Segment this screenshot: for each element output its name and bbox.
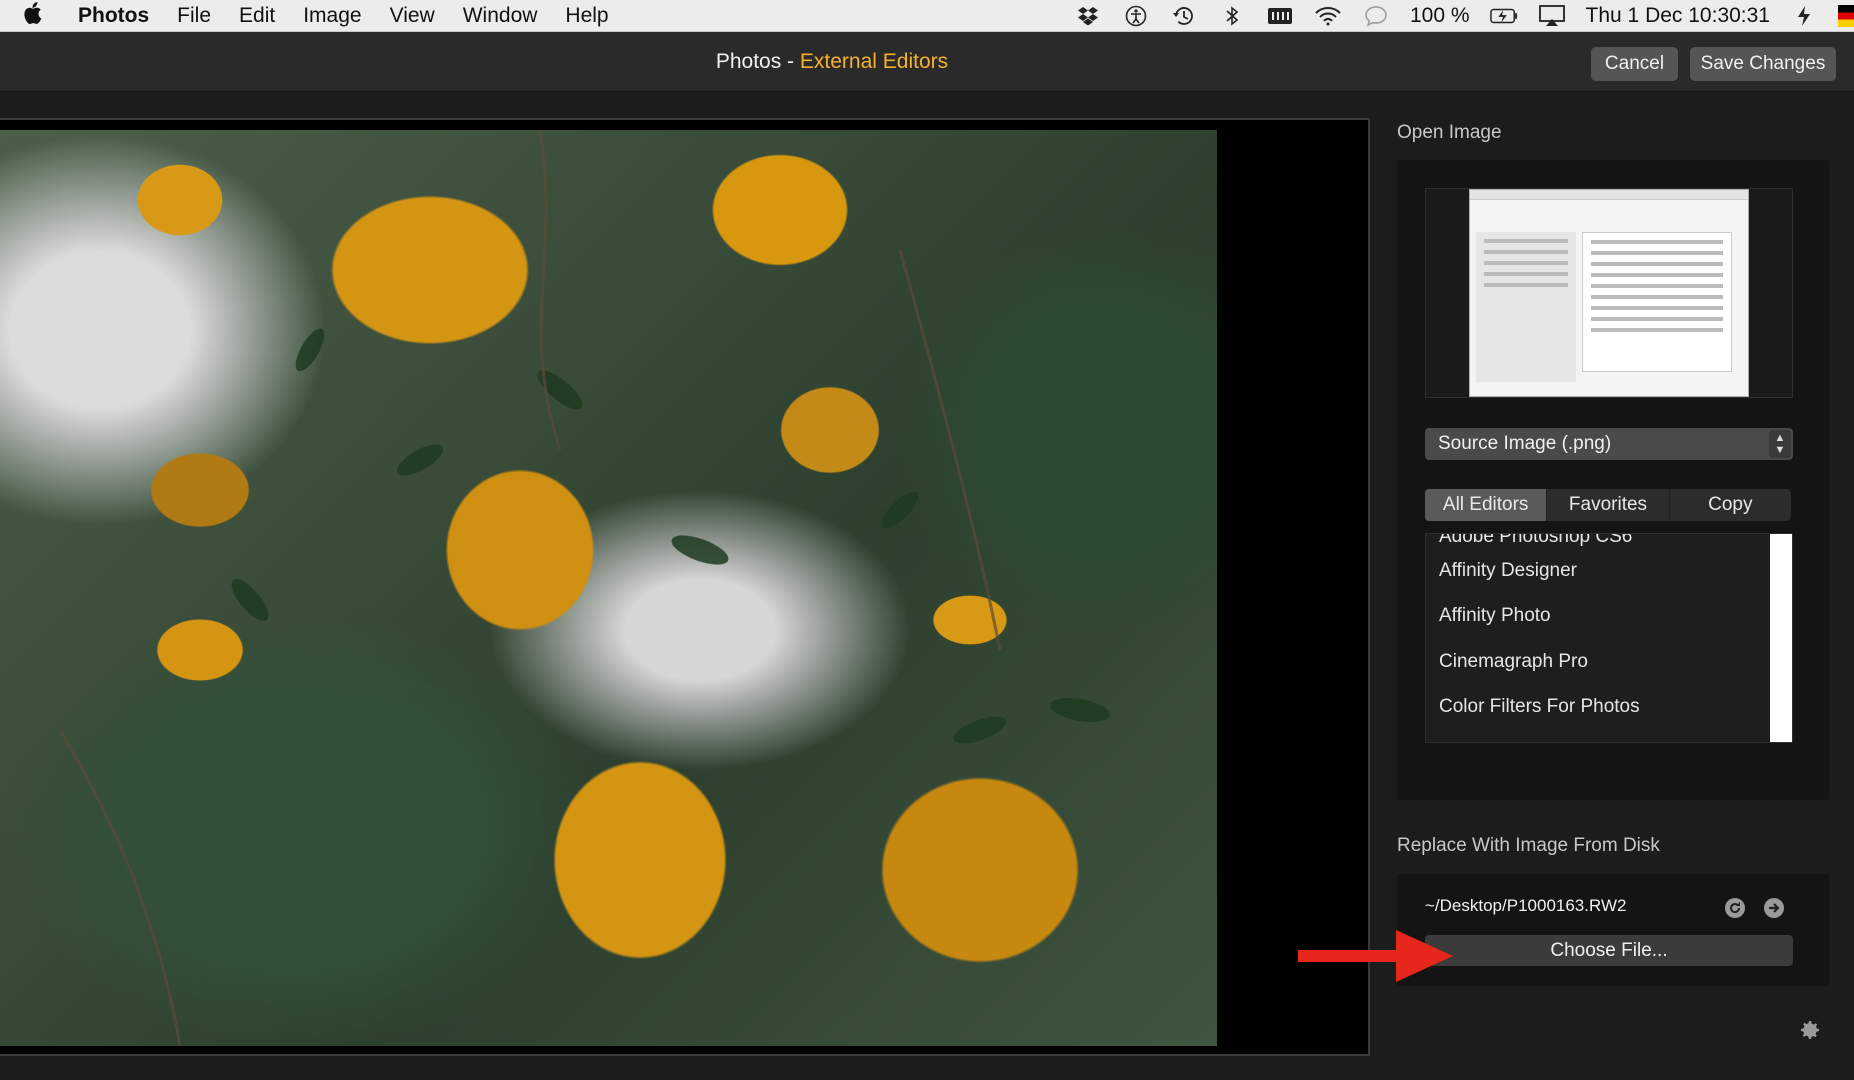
tab-favorites[interactable]: Favorites [1547, 489, 1670, 521]
dropbox-icon[interactable] [1074, 5, 1102, 27]
choose-file-button[interactable]: Choose File... [1425, 935, 1793, 966]
window-title: Photos - External Editors [0, 32, 1664, 92]
main-area: Open Image Source Image (.png) ▲ ▼ All Ed… [0, 92, 1854, 1080]
list-item[interactable]: Affinity Designer [1426, 548, 1792, 594]
red-arrow-icon [1298, 930, 1453, 982]
preview-thumbnail [1425, 188, 1793, 398]
clock[interactable]: Thu 1 Dec 10:30:31 [1586, 4, 1770, 28]
accessibility-icon[interactable] [1122, 5, 1150, 27]
menu-bar: Photos File Edit Image View Window Help … [0, 0, 1854, 32]
extensions-screenshot-thumbnail [1469, 189, 1749, 397]
script-icon[interactable] [1790, 5, 1818, 27]
tab-all-editors[interactable]: All Editors [1425, 489, 1548, 521]
list-item[interactable]: Color Filters For Photos [1426, 685, 1792, 731]
source-image-select[interactable]: Source Image (.png) ▲ ▼ [1425, 428, 1793, 460]
apple-icon[interactable] [22, 1, 62, 30]
input-source-flag-icon[interactable] [1838, 5, 1854, 27]
menu-view[interactable]: View [390, 4, 435, 28]
open-image-label: Open Image [1397, 122, 1502, 143]
menu-file[interactable]: File [177, 4, 211, 28]
reveal-icon[interactable] [1725, 898, 1745, 918]
toolbar: Photos - External Editors Cancel Save Ch… [0, 32, 1854, 92]
source-image-value: Source Image (.png) [1438, 433, 1612, 454]
wifi-icon[interactable] [1314, 5, 1342, 27]
menu-window[interactable]: Window [463, 4, 538, 28]
menu-edit[interactable]: Edit [239, 4, 275, 28]
cancel-button[interactable]: Cancel [1591, 47, 1678, 81]
tab-copy[interactable]: Copy [1670, 489, 1791, 521]
photo-preview [0, 130, 1217, 1046]
title-prefix: Photos - [715, 50, 795, 73]
menu-help[interactable]: Help [565, 4, 608, 28]
battery-percent: 100 % [1409, 4, 1470, 27]
arrow-right-icon[interactable] [1764, 898, 1784, 918]
menu-image[interactable]: Image [303, 4, 361, 28]
istat-icon[interactable] [1266, 5, 1294, 27]
bluetooth-icon[interactable] [1218, 5, 1246, 27]
editor-tabs: All Editors Favorites Copy [1425, 489, 1791, 521]
save-changes-button[interactable]: Save Changes [1690, 47, 1836, 81]
image-canvas [0, 118, 1370, 1056]
list-item[interactable]: Adobe Photoshop CS6 [1426, 534, 1792, 548]
airplay-icon[interactable] [1538, 5, 1566, 27]
list-scrollbar[interactable] [1770, 534, 1792, 742]
select-arrows-icon: ▲ ▼ [1769, 430, 1791, 458]
battery-icon[interactable] [1489, 5, 1518, 27]
list-item[interactable]: ColorStrokes [1426, 730, 1792, 743]
menu-app-photos[interactable]: Photos [78, 4, 149, 28]
time-machine-icon[interactable] [1170, 5, 1198, 27]
replace-image-label: Replace With Image From Disk [1397, 835, 1660, 856]
editors-list: Adobe Photoshop CS6 Affinity Designer Af… [1425, 533, 1793, 743]
title-extension-name: External Editors [799, 50, 949, 73]
list-item[interactable]: Affinity Photo [1426, 594, 1792, 640]
status-area: 100 % Thu 1 Dec 10:30:31 [1074, 0, 1854, 32]
gear-icon[interactable] [1798, 1018, 1824, 1044]
list-item[interactable]: Cinemagraph Pro [1426, 639, 1792, 685]
message-icon[interactable] [1362, 5, 1390, 27]
